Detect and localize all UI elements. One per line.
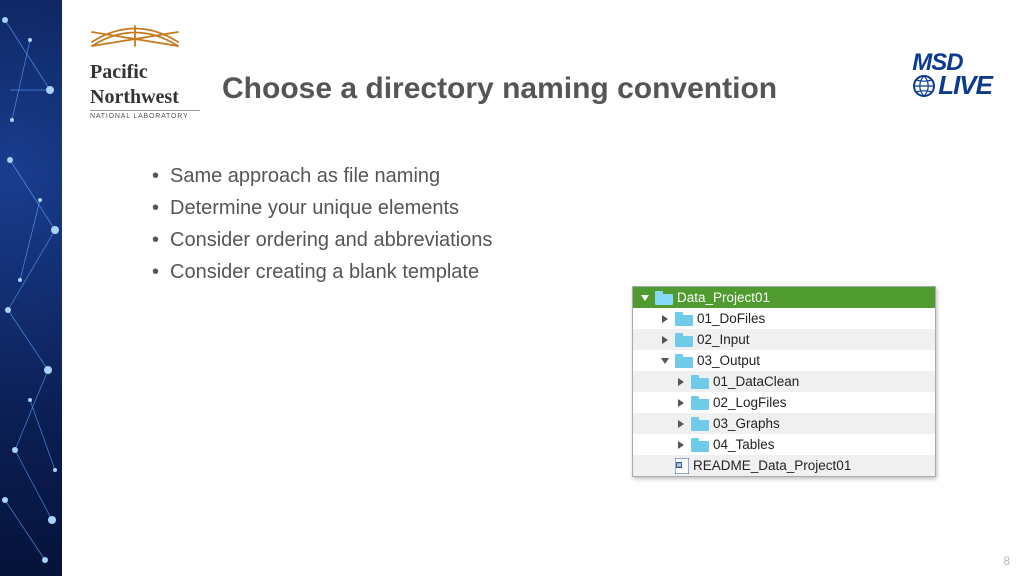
chevron-right-icon: [662, 315, 668, 323]
pnnl-logo: Pacific Northwest NATIONAL LABORATORY: [90, 24, 200, 120]
chevron-down-icon: [661, 358, 669, 364]
pnnl-name-line1: Pacific: [90, 63, 200, 82]
network-graphic: [0, 0, 62, 576]
folder-icon: [655, 291, 673, 305]
bullet-item: Consider ordering and abbreviations: [152, 224, 492, 256]
slide: Pacific Northwest NATIONAL LABORATORY Ch…: [0, 0, 1024, 576]
tree-item-label: 01_DoFiles: [697, 311, 765, 326]
tree-row: W README_Data_Project01: [633, 455, 935, 476]
tree-item-label: 01_DataClean: [713, 374, 799, 389]
pnnl-bridge-icon: [90, 24, 180, 52]
tree-item-label: 03_Graphs: [713, 416, 780, 431]
tree-row: 02_LogFiles: [633, 392, 935, 413]
folder-icon: [691, 375, 709, 389]
tree-row: 01_DataClean: [633, 371, 935, 392]
page-number: 8: [1003, 554, 1010, 568]
tree-item-label: 04_Tables: [713, 437, 775, 452]
bullet-item: Same approach as file naming: [152, 160, 492, 192]
chevron-right-icon: [678, 441, 684, 449]
tree-root-row: Data_Project01: [633, 287, 935, 308]
tree-item-label: 02_LogFiles: [713, 395, 787, 410]
tree-item-label: 03_Output: [697, 353, 760, 368]
bullet-item: Consider creating a blank template: [152, 256, 492, 288]
folder-icon: [691, 417, 709, 431]
folder-icon: [675, 333, 693, 347]
chevron-right-icon: [678, 399, 684, 407]
globe-icon: [912, 74, 936, 98]
document-icon: W: [675, 458, 689, 474]
folder-icon: [675, 354, 693, 368]
tree-row: 04_Tables: [633, 434, 935, 455]
slide-title: Choose a directory naming convention: [222, 72, 777, 106]
tree-file-label: README_Data_Project01: [693, 458, 851, 473]
tree-row: 03_Graphs: [633, 413, 935, 434]
folder-icon: [691, 438, 709, 452]
pnnl-name-line2: Northwest: [90, 88, 200, 107]
chevron-right-icon: [678, 378, 684, 386]
tree-row: 02_Input: [633, 329, 935, 350]
tree-item-label: 02_Input: [697, 332, 750, 347]
tree-row: 01_DoFiles: [633, 308, 935, 329]
folder-icon: [691, 396, 709, 410]
bullet-list: Same approach as file naming Determine y…: [112, 160, 492, 288]
decorative-network-strip: [0, 0, 62, 576]
live-text: LIVE: [938, 74, 992, 97]
tree-root-label: Data_Project01: [677, 290, 770, 305]
pnnl-subtitle: NATIONAL LABORATORY: [90, 110, 200, 120]
directory-tree-panel: Data_Project01 01_DoFiles 02_Input 03_Ou…: [632, 286, 936, 477]
folder-icon: [675, 312, 693, 326]
tree-row: 03_Output: [633, 350, 935, 371]
svg-text:W: W: [677, 463, 682, 469]
chevron-right-icon: [662, 336, 668, 344]
chevron-right-icon: [678, 420, 684, 428]
chevron-down-icon: [641, 295, 649, 301]
msd-live-logo: MSD LIVE: [912, 52, 992, 98]
bullet-item: Determine your unique elements: [152, 192, 492, 224]
